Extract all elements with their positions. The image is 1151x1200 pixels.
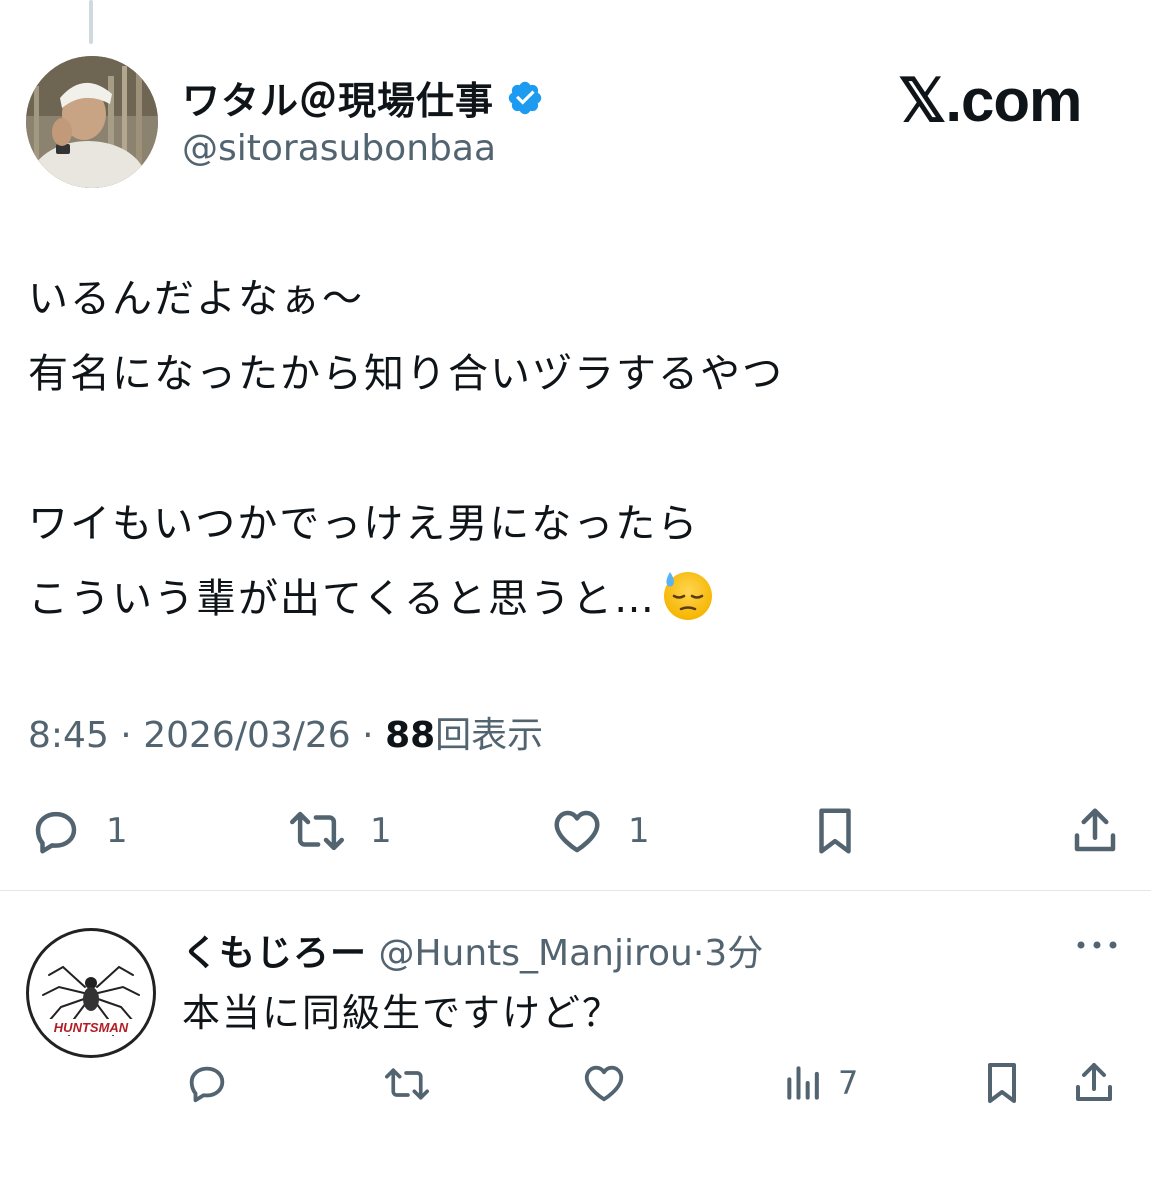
reply-views-count: 7 (838, 1064, 859, 1102)
verified-badge-icon (508, 81, 542, 114)
profile-photo (26, 56, 158, 188)
more-options-button[interactable] (1072, 930, 1122, 960)
author-handle[interactable]: @sitorasubonbaa (182, 128, 496, 169)
reply-bookmark-button[interactable] (978, 1058, 1026, 1108)
share-icon (1076, 1063, 1112, 1101)
like-button[interactable]: 1 (546, 804, 650, 858)
reply-button[interactable]: 1 (26, 804, 128, 858)
reply-handle[interactable]: @Hunts_Manjirou (378, 933, 692, 974)
divider (0, 890, 1151, 891)
reply-header: くもじろー @Hunts_Manjirou·3分 (182, 924, 763, 976)
post-meta: 8:45 · 2026/03/26 · 88回表示 (28, 706, 543, 758)
repost-count: 1 (370, 811, 392, 851)
author-name-text: ワタル＠現場仕事 (182, 79, 495, 123)
brand-logo: 𝕏.com (898, 67, 1082, 134)
bookmark-button[interactable] (808, 802, 862, 860)
reply-bubble-icon (35, 811, 77, 854)
repost-icon (385, 1068, 429, 1100)
downcast-face-with-sweat-icon (664, 572, 712, 620)
meta-separator: · (362, 715, 374, 756)
meta-separator: · (120, 715, 132, 756)
thread-connector-line (89, 0, 93, 44)
post-text: いるんだよなぁ〜 有名になったから知り合いヅラするやつ ワイもいつかでっけえ男に… (28, 262, 1118, 637)
more-dots-icon (1077, 941, 1117, 949)
post-line-text: こういう輩が出てくると思うと… (28, 576, 656, 622)
reply-separator: · (692, 933, 705, 974)
heart-icon (584, 1065, 624, 1102)
share-button[interactable] (1068, 802, 1122, 860)
bookmark-icon (819, 808, 851, 854)
reply-count: 1 (106, 811, 128, 851)
spider-logo-icon: HUNTSMAN (31, 933, 151, 1053)
views-label: 回表示 (435, 715, 544, 756)
reply-author-avatar[interactable]: HUNTSMAN (26, 928, 156, 1058)
post-time[interactable]: 8:45 (28, 715, 109, 756)
like-count: 1 (628, 811, 650, 851)
reply-repost-button[interactable] (380, 1062, 434, 1106)
reply-like-button[interactable] (578, 1060, 630, 1106)
bookmark-icon (988, 1063, 1016, 1103)
reply-bubble-icon (189, 1066, 225, 1103)
views-count: 88 (385, 715, 436, 756)
post-line: いるんだよなぁ〜 (28, 276, 364, 322)
post-line: 有名になったから知り合いヅラするやつ (28, 351, 784, 397)
repost-icon (290, 811, 344, 851)
post-line-with-emoji: こういう輩が出てくると思うと… (28, 562, 1118, 637)
analytics-bars-icon (787, 1066, 819, 1100)
heart-icon (554, 810, 600, 853)
reply-text: 本当に同級生ですけど？ (182, 991, 623, 1035)
reply-time[interactable]: 3分 (704, 933, 763, 974)
reply-share-button[interactable] (1070, 1058, 1118, 1108)
post-line: ワイもいつかでっけえ男になったら (28, 501, 700, 547)
post-date[interactable]: 2026/03/26 (143, 715, 351, 756)
author-avatar[interactable] (26, 56, 158, 188)
reply-display-name[interactable]: くもじろー (182, 933, 367, 974)
reply-reply-button[interactable] (182, 1060, 232, 1106)
share-icon (1074, 808, 1116, 852)
reply-avatar-text: HUNTSMAN (54, 1020, 129, 1035)
author-display-name[interactable]: ワタル＠現場仕事 (182, 70, 544, 125)
reply-views-button[interactable]: 7 (782, 1060, 858, 1106)
repost-button[interactable]: 1 (284, 804, 392, 858)
